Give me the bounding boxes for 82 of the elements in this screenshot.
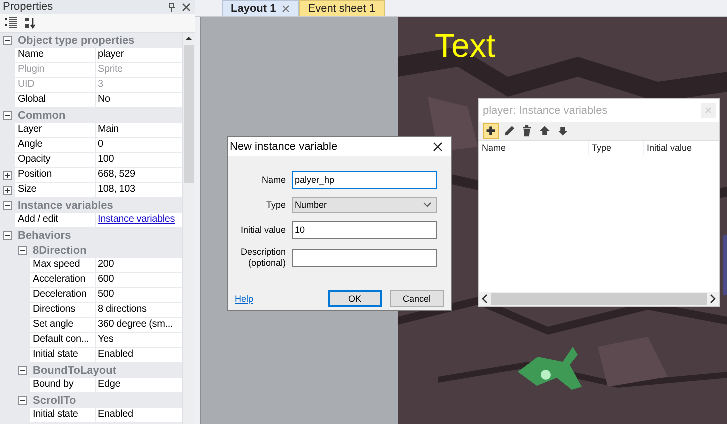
tab[interactable]: Layout 1 (222, 0, 300, 16)
property-value[interactable]: Main (98, 124, 119, 135)
collapse-icon[interactable] (18, 246, 27, 255)
property-name: Size (15, 183, 96, 198)
pencil-icon (502, 124, 516, 138)
property-value[interactable]: 200 (98, 259, 114, 270)
property-value[interactable]: 500 (98, 289, 114, 300)
layout-text: Text (435, 27, 496, 65)
property-name: Directions (30, 303, 96, 318)
collapse-icon[interactable] (18, 396, 27, 405)
property-name: Set angle (30, 318, 96, 333)
property-value[interactable]: 100 (98, 154, 114, 165)
property-name: Initial state (30, 348, 96, 363)
group-label: BoundToLayout (33, 364, 116, 376)
property-name: Initial state (30, 408, 96, 423)
property-value[interactable]: 0 (98, 139, 104, 150)
group-label: ScrollTo (33, 394, 76, 406)
property-value[interactable]: Yes (98, 334, 114, 345)
scrollbar-thumb[interactable] (184, 45, 194, 183)
property-name: Position (15, 168, 96, 183)
input-field[interactable]: palyer_hp (292, 171, 437, 189)
collapse-icon[interactable] (3, 201, 12, 210)
property-value: Sprite (98, 64, 123, 75)
toolbar-button[interactable] (483, 123, 499, 139)
property-name: Angle (15, 138, 96, 153)
property-name: Max speed (30, 258, 96, 273)
scrollbar[interactable] (182, 33, 195, 424)
field-label: Type (265, 200, 286, 210)
field-label: Name (260, 174, 286, 186)
property-name: Global (15, 93, 96, 108)
pin-icon[interactable] (167, 2, 176, 12)
down-arrow-icon (556, 124, 570, 138)
scrollbar[interactable] (479, 292, 719, 306)
sort-icon[interactable] (24, 16, 36, 30)
type-dropdown[interactable]: Number (292, 197, 437, 213)
property-name: Layer (15, 123, 96, 138)
expand-icon[interactable] (3, 171, 12, 180)
up-arrow-icon (538, 124, 552, 138)
panel-title: player: Instance variables (483, 104, 608, 116)
trash-icon (520, 124, 534, 138)
property-name: Deceleration (30, 288, 96, 303)
expand-icon[interactable] (3, 186, 12, 195)
collapse-icon[interactable] (3, 231, 12, 240)
field-label: Initial value (240, 224, 286, 236)
dialog-title: New instance variable (230, 140, 338, 152)
categorized-icon[interactable] (4, 17, 18, 29)
group-label: Instance variables (18, 200, 114, 212)
collapse-icon[interactable] (3, 111, 12, 120)
property-value[interactable]: No (98, 94, 110, 105)
property-value[interactable]: 600 (98, 274, 114, 285)
property-name: UID (15, 78, 96, 93)
group-label: Object type properties (18, 34, 135, 46)
panel-title: Properties (3, 1, 54, 13)
property-value[interactable]: Edge (98, 379, 121, 390)
add-icon (485, 124, 497, 138)
dialog-button[interactable]: Cancel (390, 290, 444, 307)
close-icon[interactable] (182, 2, 191, 12)
dialog-button[interactable]: OK (328, 290, 382, 307)
input-field[interactable]: 10 (292, 221, 437, 239)
help-link[interactable]: Help (235, 294, 254, 304)
collapse-icon[interactable] (18, 366, 27, 375)
column-header[interactable]: Type (589, 141, 644, 155)
chevron-icon (423, 202, 432, 208)
tab[interactable]: Event sheet 1 (299, 0, 385, 16)
field-label: Description (optional) (240, 247, 286, 269)
property-name: Plugin (15, 63, 96, 78)
property-name: Acceleration (30, 273, 96, 288)
collapse-icon[interactable] (3, 36, 12, 45)
close-icon[interactable] (433, 142, 443, 152)
scrollbar-thumb[interactable] (491, 293, 707, 305)
group-label: 8Direction (33, 244, 87, 256)
property-name: Bound by (30, 378, 96, 393)
group-label: Behaviors (18, 230, 72, 242)
property-name: Default con... (30, 333, 96, 348)
input-field[interactable] (292, 249, 437, 267)
group-label: Common (18, 110, 66, 122)
column-header[interactable]: Initial value (644, 141, 696, 155)
property-name: Name (15, 48, 96, 63)
property-name: Opacity (15, 153, 96, 168)
column-header[interactable]: Name (479, 141, 589, 155)
property-value: 3 (98, 79, 104, 90)
property-name: Add / edit (15, 213, 96, 228)
